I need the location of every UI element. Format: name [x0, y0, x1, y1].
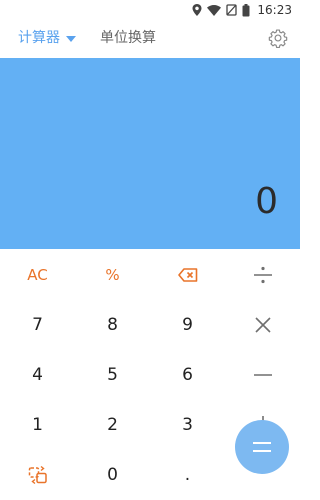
wifi-icon	[207, 4, 222, 16]
location-icon	[192, 4, 202, 16]
minus-button[interactable]	[225, 350, 300, 400]
result-value: 0	[255, 181, 278, 222]
digit-3-button[interactable]: 3	[150, 400, 225, 450]
minus-icon	[253, 374, 272, 376]
digit-5-button[interactable]: 5	[75, 350, 150, 400]
clear-button[interactable]: AC	[0, 250, 75, 300]
decimal-point-button[interactable]: .	[150, 450, 225, 500]
digit-8-label: 8	[107, 315, 118, 335]
tab-unit-conversion[interactable]: 单位换算	[100, 29, 156, 47]
backspace-button[interactable]	[150, 250, 225, 300]
swap-icon	[28, 465, 47, 485]
gear-icon[interactable]	[268, 28, 288, 48]
digit-0-button[interactable]: 0	[75, 450, 150, 500]
status-bar: 16:23	[0, 0, 300, 20]
equals-button[interactable]	[235, 420, 289, 474]
swap-button[interactable]	[0, 450, 75, 500]
multiply-button[interactable]	[225, 300, 300, 350]
result-display: 0	[0, 58, 300, 249]
digit-1-button[interactable]: 1	[0, 400, 75, 450]
digit-9-label: 9	[182, 315, 193, 335]
digit-6-button[interactable]: 6	[150, 350, 225, 400]
tab-unit-conversion-label: 单位换算	[100, 30, 156, 46]
multiply-icon	[254, 317, 271, 333]
app-header: 计算器 单位换算	[0, 20, 300, 57]
percent-button[interactable]: %	[75, 250, 150, 300]
digit-2-button[interactable]: 2	[75, 400, 150, 450]
digit-8-button[interactable]: 8	[75, 300, 150, 350]
digit-0-label: 0	[107, 465, 118, 485]
digit-2-label: 2	[107, 415, 118, 435]
divide-icon	[253, 266, 272, 284]
divide-button[interactable]	[225, 250, 300, 300]
status-icons: 16:23	[192, 2, 292, 18]
digit-4-button[interactable]: 4	[0, 350, 75, 400]
digit-5-label: 5	[107, 365, 118, 385]
backspace-icon	[177, 268, 197, 282]
digit-7-button[interactable]: 7	[0, 300, 75, 350]
digit-4-label: 4	[32, 365, 43, 385]
clear-button-label: AC	[27, 266, 48, 284]
digit-7-label: 7	[32, 315, 43, 335]
digit-3-label: 3	[182, 415, 193, 435]
battery-icon	[242, 3, 250, 16]
tab-calculator[interactable]: 计算器	[18, 29, 76, 47]
percent-button-label: %	[105, 266, 120, 284]
equals-icon	[253, 442, 271, 452]
clock-time: 16:23	[257, 3, 292, 17]
sim-off-icon	[226, 4, 238, 16]
dropdown-arrow-icon[interactable]	[66, 35, 76, 42]
decimal-point-label: .	[184, 465, 191, 485]
digit-6-label: 6	[182, 365, 193, 385]
digit-1-label: 1	[32, 415, 43, 435]
tab-calculator-label: 计算器	[18, 30, 60, 46]
digit-9-button[interactable]: 9	[150, 300, 225, 350]
